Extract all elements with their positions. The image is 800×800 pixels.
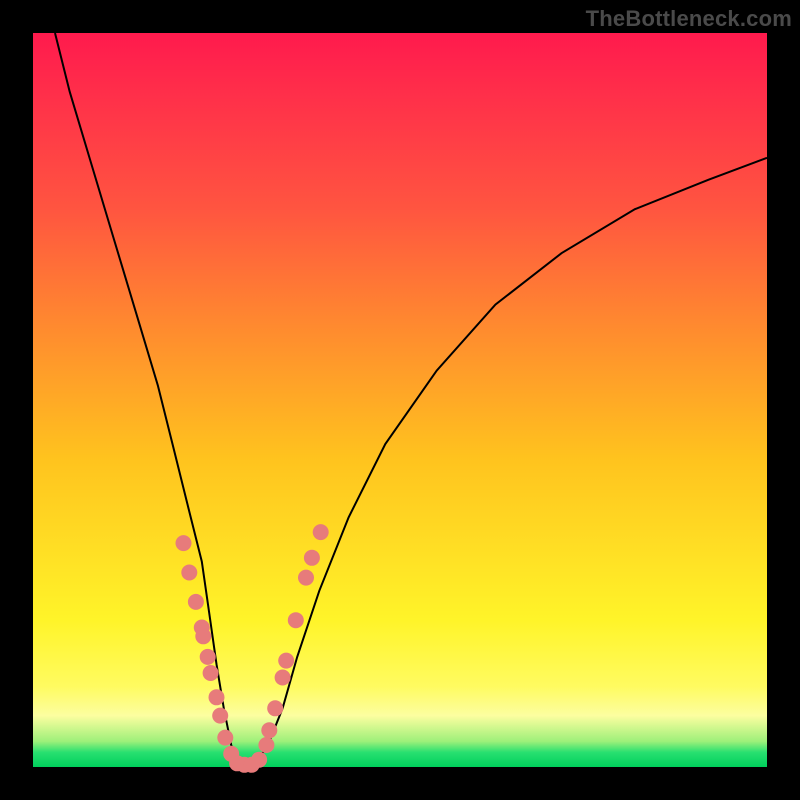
curve-marker bbox=[251, 752, 267, 768]
curve-marker bbox=[261, 722, 277, 738]
curve-marker bbox=[267, 700, 283, 716]
watermark-text: TheBottleneck.com bbox=[586, 6, 792, 32]
curve-marker bbox=[188, 594, 204, 610]
bottleneck-curve bbox=[55, 33, 767, 767]
curve-marker bbox=[278, 653, 294, 669]
curve-marker bbox=[313, 524, 329, 540]
curve-marker bbox=[258, 737, 274, 753]
curve-marker bbox=[298, 570, 314, 586]
curve-marker bbox=[203, 665, 219, 681]
chart-plot-area bbox=[33, 33, 767, 767]
curve-marker bbox=[304, 550, 320, 566]
chart-frame: TheBottleneck.com bbox=[0, 0, 800, 800]
curve-marker bbox=[212, 708, 228, 724]
curve-marker bbox=[217, 730, 233, 746]
curve-marker bbox=[200, 649, 216, 665]
curve-marker bbox=[288, 612, 304, 628]
curve-markers bbox=[176, 524, 329, 773]
curve-marker bbox=[195, 628, 211, 644]
curve-marker bbox=[181, 565, 197, 581]
curve-marker bbox=[176, 535, 192, 551]
curve-marker bbox=[209, 689, 225, 705]
curve-marker bbox=[275, 670, 291, 686]
chart-svg bbox=[33, 33, 767, 767]
